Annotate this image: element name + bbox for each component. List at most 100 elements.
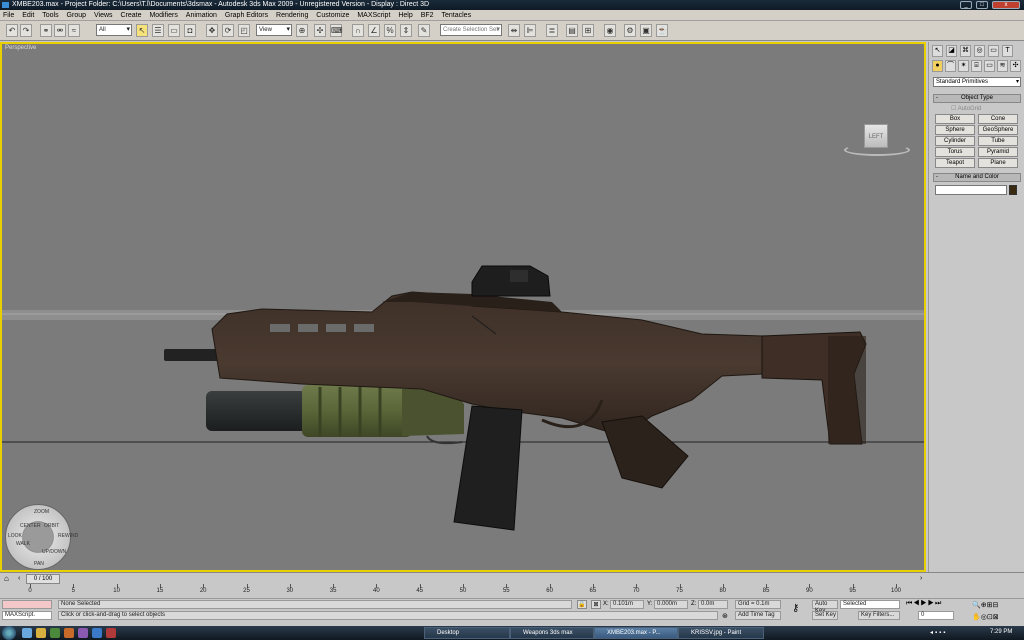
- wheel-look[interactable]: LOOK: [8, 533, 22, 539]
- wheel-center[interactable]: CENTER: [20, 523, 41, 529]
- redo-icon[interactable]: ↷: [20, 24, 32, 37]
- teapot-button[interactable]: Teapot: [935, 158, 975, 168]
- close-button[interactable]: x: [992, 1, 1020, 9]
- menu-file[interactable]: File: [0, 10, 17, 21]
- time-slider[interactable]: ⌂ 0 / 100 ‹ ›: [0, 572, 1024, 584]
- selection-filter-dropdown[interactable]: All: [96, 24, 132, 36]
- prev-frame-icon[interactable]: ‹: [18, 575, 20, 582]
- primitive-category-dropdown[interactable]: Standard Primitives ▾: [933, 77, 1021, 87]
- spinner-snap-icon[interactable]: ⇕: [400, 24, 412, 37]
- modify-tab-icon[interactable]: ◪: [946, 45, 957, 57]
- add-time-tag-button[interactable]: Add Time Tag: [735, 611, 781, 620]
- select-and-rotate-icon[interactable]: ⟳: [222, 24, 234, 37]
- named-selection-set-dropdown[interactable]: Create Selection Set: [440, 24, 502, 36]
- wheel-walk[interactable]: WALK: [16, 541, 30, 547]
- wheel-orbit[interactable]: ORBIT: [44, 523, 59, 529]
- object-color-swatch[interactable]: [1009, 185, 1017, 195]
- viewcube[interactable]: LEFT: [864, 124, 888, 148]
- object-name-field[interactable]: [935, 185, 1007, 195]
- z-coordinate-field[interactable]: 0.0m: [698, 600, 728, 609]
- menu-group[interactable]: Group: [64, 10, 89, 21]
- torus-button[interactable]: Torus: [935, 147, 975, 157]
- window-crossing-icon[interactable]: ◘: [184, 24, 196, 37]
- systems-icon[interactable]: ✣: [1010, 60, 1021, 72]
- task-3dsmax[interactable]: XMBE203.max - P...: [594, 627, 678, 639]
- cylinder-button[interactable]: Cylinder: [935, 136, 975, 146]
- next-frame-icon[interactable]: ›: [920, 575, 922, 582]
- quick-render-icon[interactable]: ☕: [656, 24, 668, 37]
- lights-icon[interactable]: ✶: [958, 60, 969, 72]
- quicklaunch-folder-icon[interactable]: [36, 628, 46, 638]
- current-frame-field[interactable]: 0: [918, 611, 954, 620]
- quicklaunch-media-icon[interactable]: [64, 628, 74, 638]
- display-tab-icon[interactable]: ▭: [988, 45, 999, 57]
- name-and-color-rollout[interactable]: Name and Color: [933, 173, 1021, 182]
- playback-controls[interactable]: ⏮◀▶▶⏭: [906, 600, 966, 610]
- menu-tools[interactable]: Tools: [39, 10, 61, 21]
- cone-button[interactable]: Cone: [978, 114, 1018, 124]
- material-editor-icon[interactable]: ◉: [604, 24, 616, 37]
- maximize-button[interactable]: □: [976, 1, 988, 9]
- percent-snap-icon[interactable]: %: [384, 24, 396, 37]
- helpers-icon[interactable]: ▭: [984, 60, 995, 72]
- select-by-name-icon[interactable]: ☰: [152, 24, 164, 37]
- set-key-button[interactable]: Set Key: [812, 611, 838, 620]
- align-icon[interactable]: ⊫: [524, 24, 536, 37]
- absolute-mode-icon[interactable]: ⊠: [591, 600, 601, 609]
- track-bar[interactable]: [0, 584, 1024, 598]
- task-desktop[interactable]: Desktop: [424, 627, 510, 639]
- key-icon[interactable]: ⚷: [792, 603, 799, 614]
- menu-edit[interactable]: Edit: [19, 10, 37, 21]
- box-button[interactable]: Box: [935, 114, 975, 124]
- quicklaunch-app3-icon[interactable]: [92, 628, 102, 638]
- menu-rendering[interactable]: Rendering: [273, 10, 311, 21]
- cameras-icon[interactable]: ⌸: [971, 60, 982, 72]
- hierarchy-tab-icon[interactable]: ⌘: [960, 45, 971, 57]
- create-tab-icon[interactable]: ↖: [932, 45, 943, 57]
- time-slider-knob[interactable]: 0 / 100: [26, 574, 60, 584]
- object-type-rollout[interactable]: Object Type: [933, 94, 1021, 103]
- menu-tentacles[interactable]: Tentacles: [439, 10, 475, 21]
- maxscript-listener-mini[interactable]: [2, 600, 52, 609]
- maxscript-label[interactable]: MAXScript.: [2, 611, 52, 620]
- wheel-zoom[interactable]: ZOOM: [34, 509, 49, 515]
- wheel-pan[interactable]: PAN: [34, 561, 44, 567]
- undo-icon[interactable]: ↶: [6, 24, 18, 37]
- keyboard-shortcut-override-icon[interactable]: ⌨: [330, 24, 343, 37]
- utilities-tab-icon[interactable]: T: [1002, 45, 1013, 57]
- menu-customize[interactable]: Customize: [313, 10, 352, 21]
- shapes-icon[interactable]: ⌒: [945, 60, 956, 72]
- menu-create[interactable]: Create: [117, 10, 144, 21]
- reference-coordinate-dropdown[interactable]: View: [256, 24, 292, 36]
- select-and-move-icon[interactable]: ✥: [206, 24, 218, 37]
- quicklaunch-app2-icon[interactable]: [78, 628, 88, 638]
- pyramid-button[interactable]: Pyramid: [978, 147, 1018, 157]
- tube-button[interactable]: Tube: [978, 136, 1018, 146]
- sphere-button[interactable]: Sphere: [935, 125, 975, 135]
- plane-button[interactable]: Plane: [978, 158, 1018, 168]
- schematic-view-icon[interactable]: ⊞: [582, 24, 594, 37]
- bind-to-space-warp-icon[interactable]: ≈: [68, 24, 80, 37]
- space-warps-icon[interactable]: ≋: [997, 60, 1008, 72]
- menu-animation[interactable]: Animation: [183, 10, 220, 21]
- perspective-viewport[interactable]: Perspective LEFT ZOOM ORBIT CENTER WALK …: [0, 42, 926, 572]
- quicklaunch-ie-icon[interactable]: [22, 628, 32, 638]
- viewport-navigation-controls[interactable]: 🔍⊕⊞⊟ ✋◎⊡⊠: [972, 600, 1022, 624]
- menu-modifiers[interactable]: Modifiers: [146, 10, 180, 21]
- task-paint[interactable]: KRISSV.jpg - Paint: [678, 627, 764, 639]
- quicklaunch-app4-icon[interactable]: [106, 628, 116, 638]
- select-and-manipulate-icon[interactable]: ✣: [314, 24, 326, 37]
- menu-maxscript[interactable]: MAXScript: [354, 10, 393, 21]
- select-object-icon[interactable]: ↖: [136, 24, 148, 37]
- key-mode-dropdown[interactable]: Selected: [840, 600, 900, 609]
- task-weapons-folder[interactable]: Weapons 3ds max: [510, 627, 594, 639]
- edit-named-selection-icon[interactable]: ✎: [418, 24, 430, 37]
- menu-bf2[interactable]: BF2: [418, 10, 437, 21]
- rendered-frame-window-icon[interactable]: ▣: [640, 24, 652, 37]
- select-and-link-icon[interactable]: ⚭: [40, 24, 52, 37]
- render-setup-icon[interactable]: ⚙: [624, 24, 636, 37]
- key-filters-button[interactable]: Key Filters...: [858, 611, 900, 620]
- time-tag-icon[interactable]: ⊛: [722, 612, 728, 620]
- mirror-icon[interactable]: ⇹: [508, 24, 520, 37]
- wheel-rewind[interactable]: REWIND: [58, 533, 78, 539]
